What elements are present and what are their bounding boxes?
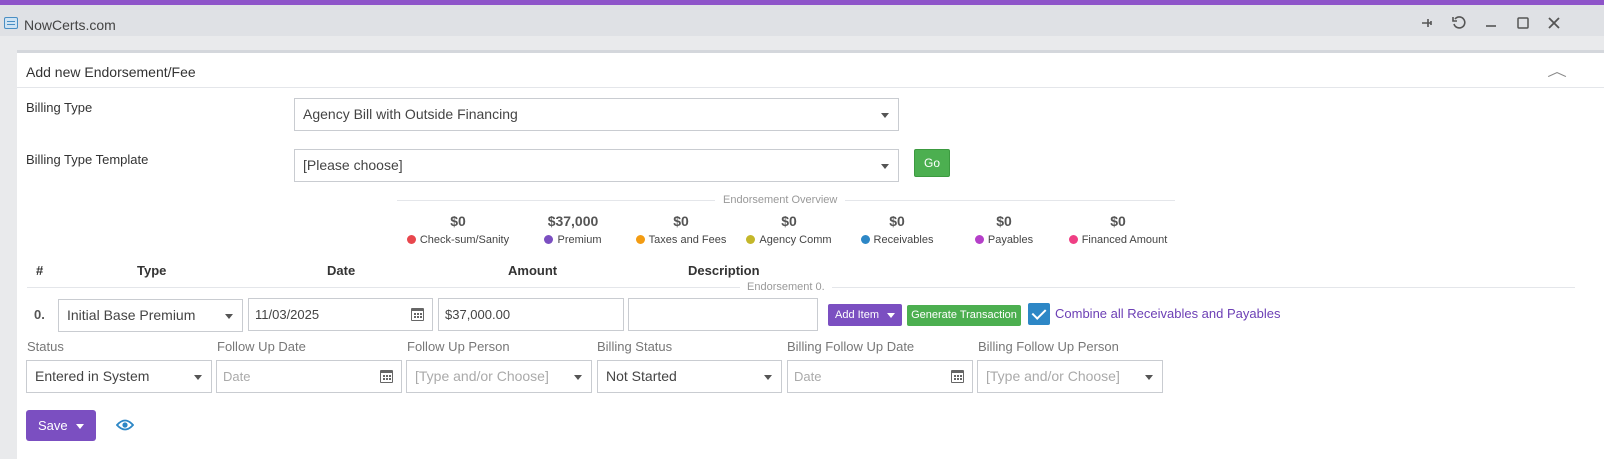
col-header-amount: Amount <box>508 263 558 278</box>
stat-label: Receivables <box>873 234 934 246</box>
panel-title: Add new Endorsement/Fee <box>26 64 196 80</box>
stat-receivables: $0 Receivables <box>859 213 935 246</box>
stat-payables: $0 Payables <box>974 213 1034 246</box>
combine-label[interactable]: Combine all Receivables and Payables <box>1055 306 1280 321</box>
chevron-down-icon <box>881 113 889 118</box>
legend-dot <box>544 235 554 244</box>
stat-label: Taxes and Fees <box>648 234 727 246</box>
amount-input[interactable]: $37,000.00 <box>438 298 624 331</box>
window-title: NowCerts.com <box>24 17 116 33</box>
stat-check-sum: $0 Check-sum/Sanity <box>404 213 512 246</box>
app-window-icon <box>4 17 18 29</box>
legend-dot <box>860 235 870 244</box>
stat-value: $0 <box>450 213 466 229</box>
stat-value: $0 <box>1110 213 1126 229</box>
date-value: 11/03/2025 <box>255 307 320 322</box>
stat-taxes-fees: $0 Taxes and Fees <box>635 213 727 246</box>
stat-premium: $37,000 Premium <box>540 213 606 246</box>
stat-label: Check-sum/Sanity <box>419 234 510 246</box>
billing-type-label: Billing Type <box>26 100 93 115</box>
follow-up-date-placeholder: Date <box>223 369 251 384</box>
chevron-down-icon <box>225 314 233 319</box>
stat-agency-comm: $0 Agency Comm <box>744 213 834 246</box>
billing-template-value: [Please choose] <box>303 157 403 173</box>
calendar-icon[interactable] <box>411 308 424 321</box>
legend-dot <box>746 235 756 244</box>
add-item-button[interactable]: Add Item <box>828 304 902 326</box>
add-item-label: Add Item <box>835 309 880 321</box>
eye-icon[interactable] <box>115 418 135 435</box>
save-button[interactable]: Save <box>26 410 96 441</box>
refresh-icon[interactable] <box>1450 15 1468 33</box>
date-input[interactable]: 11/03/2025 <box>248 298 433 331</box>
stat-value: $37,000 <box>547 213 599 229</box>
stat-value: $0 <box>781 213 797 229</box>
follow-up-date-input[interactable]: Date <box>216 360 402 393</box>
save-label: Save <box>38 418 68 433</box>
go-button[interactable]: Go <box>914 149 950 177</box>
chevron-down-icon <box>194 375 202 380</box>
legend-dot <box>635 235 645 244</box>
stat-value: $0 <box>889 213 905 229</box>
row-number: 0. <box>34 307 45 322</box>
legend-dot <box>406 235 416 244</box>
follow-up-person-label: Follow Up Person <box>407 339 510 354</box>
chevron-down-icon <box>764 375 772 380</box>
billing-status-label: Billing Status <box>597 339 673 354</box>
billing-follow-up-date-placeholder: Date <box>794 369 822 384</box>
stat-label: Payables <box>987 234 1034 246</box>
billing-type-select[interactable]: Agency Bill with Outside Financing <box>294 98 899 131</box>
billing-follow-up-date-input[interactable]: Date <box>787 360 973 393</box>
follow-up-person-placeholder: [Type and/or Choose] <box>415 368 549 384</box>
col-header-date: Date <box>327 263 356 278</box>
billing-follow-up-date-label: Billing Follow Up Date <box>787 339 915 354</box>
billing-status-select[interactable]: Not Started <box>597 360 782 393</box>
follow-up-date-label: Follow Up Date <box>217 339 306 354</box>
col-header-type: Type <box>137 263 167 278</box>
endorsement-title: Endorsement 0. <box>740 281 832 293</box>
stat-label: Agency Comm <box>759 234 832 246</box>
billing-follow-up-person-placeholder: [Type and/or Choose] <box>986 368 1120 384</box>
billing-template-label: Billing Type Template <box>26 152 149 167</box>
stat-value: $0 <box>996 213 1012 229</box>
status-select[interactable]: Entered in System <box>26 360 212 393</box>
chevron-down-icon <box>1145 375 1153 380</box>
maximize-icon[interactable] <box>1514 15 1532 33</box>
close-icon[interactable] <box>1545 15 1563 33</box>
legend-dot <box>974 235 984 244</box>
generate-transaction-button[interactable]: Generate Transaction <box>907 305 1021 326</box>
combine-checkbox[interactable] <box>1028 303 1050 325</box>
chevron-down-icon <box>887 313 895 318</box>
col-header-description: Description <box>688 263 760 278</box>
stat-label: Financed Amount <box>1081 234 1168 246</box>
billing-follow-up-person-label: Billing Follow Up Person <box>978 339 1119 354</box>
stat-label: Premium <box>557 234 602 246</box>
billing-template-select[interactable]: [Please choose] <box>294 149 899 182</box>
type-select[interactable]: Initial Base Premium <box>58 299 243 332</box>
billing-type-value: Agency Bill with Outside Financing <box>303 106 518 122</box>
panel-header: Add new Endorsement/Fee ︿ <box>17 53 1604 88</box>
window-titlebar: NowCerts.com <box>0 5 1604 36</box>
follow-up-person-select[interactable]: [Type and/or Choose] <box>406 360 592 393</box>
col-header-num: # <box>36 263 44 278</box>
calendar-icon[interactable] <box>951 370 964 383</box>
description-input[interactable] <box>628 298 818 331</box>
legend-dot <box>1068 235 1078 244</box>
chevron-down-icon <box>881 164 889 169</box>
chevron-down-icon <box>574 375 582 380</box>
stat-value: $0 <box>673 213 689 229</box>
status-label: Status <box>27 339 64 354</box>
overview-title: Endorsement Overview <box>715 194 846 206</box>
type-value: Initial Base Premium <box>67 307 196 323</box>
collapse-chevron-icon[interactable]: ︿ <box>1547 61 1567 81</box>
pin-icon[interactable] <box>1418 15 1436 33</box>
chevron-down-icon <box>76 424 84 429</box>
status-value: Entered in System <box>35 368 150 384</box>
minimize-icon[interactable] <box>1482 15 1500 33</box>
billing-status-value: Not Started <box>606 368 677 384</box>
amount-value: $37,000.00 <box>445 307 511 322</box>
calendar-icon[interactable] <box>380 370 393 383</box>
stat-financed-amount: $0 Financed Amount <box>1064 213 1172 246</box>
billing-follow-up-person-select[interactable]: [Type and/or Choose] <box>977 360 1163 393</box>
